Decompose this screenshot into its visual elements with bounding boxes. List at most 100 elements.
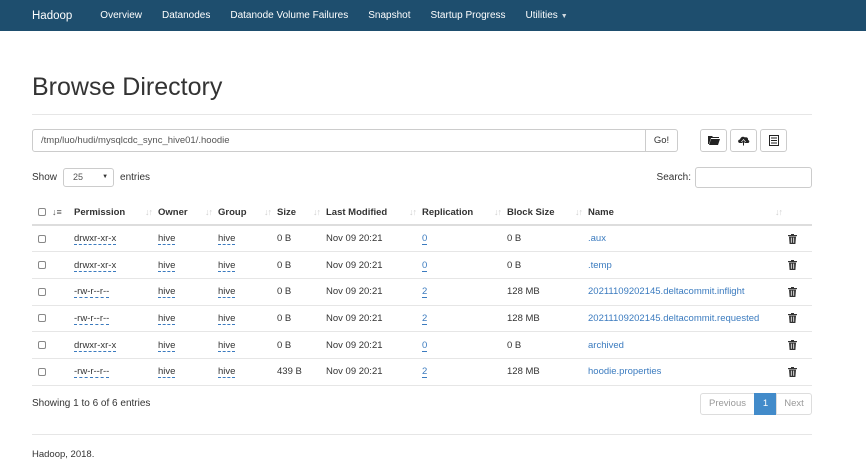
permission-cell: drwxr-xr-x — [74, 331, 158, 359]
replication-link[interactable]: 2 — [422, 366, 428, 379]
group-link[interactable]: hive — [218, 286, 236, 299]
row-checkbox[interactable] — [38, 341, 46, 350]
file-name-link[interactable]: hoodie.properties — [588, 366, 661, 377]
row-select-cell — [32, 305, 52, 333]
delete-cell[interactable] — [788, 331, 812, 359]
show-label: Show — [32, 171, 58, 183]
nav-overview[interactable]: Overview — [100, 10, 142, 21]
owner-cell: hive — [158, 278, 218, 306]
sort-icon: ↓↑ — [313, 207, 321, 217]
modified-cell: Nov 09 20:21 — [326, 278, 422, 306]
owner-link[interactable]: hive — [158, 259, 176, 272]
name-cell: hoodie.properties — [588, 358, 788, 386]
file-name-link[interactable]: archived — [588, 340, 624, 351]
select-all-checkbox[interactable] — [38, 207, 46, 216]
permission-link[interactable]: -rw-r--r-- — [74, 366, 110, 379]
directory-table: ↓≡ Permission ↓↑ Owner ↓↑ Group ↓↑ Size ↓↑ L… — [32, 200, 812, 386]
header-name[interactable]: Name ↓↑ — [588, 200, 788, 226]
permission-link[interactable]: drwxr-xr-x — [74, 339, 117, 352]
permission-cell: drwxr-xr-x — [74, 225, 158, 253]
file-name-link[interactable]: 20211109202145.deltacommit.inflight — [588, 286, 745, 297]
view-list-button[interactable] — [760, 128, 787, 152]
directory-path-input[interactable] — [32, 128, 646, 152]
size-cell: 0 B — [277, 331, 326, 359]
search-label: Search: — [656, 171, 691, 183]
trash-icon — [788, 286, 797, 297]
row-spacer-cell — [52, 225, 74, 253]
owner-link[interactable]: hive — [158, 312, 176, 325]
row-spacer-cell — [52, 331, 74, 359]
group-link[interactable]: hive — [218, 233, 236, 246]
nav-utilities-dropdown[interactable]: Utilities ▼ — [526, 10, 568, 21]
modified-cell: Nov 09 20:21 — [326, 305, 422, 333]
header-last-modified[interactable]: Last Modified ↓↑ — [326, 200, 422, 226]
table-row: -rw-r--r-- hive hive 439 B Nov 09 20:21 2 128 … — [32, 358, 812, 386]
table-row: drwxr-xr-x hive hive 0 B Nov 09 20:21 0 0 B .au… — [32, 225, 812, 253]
row-checkbox[interactable] — [38, 234, 46, 243]
modified-cell: Nov 09 20:21 — [326, 358, 422, 386]
permission-link[interactable]: -rw-r--r-- — [74, 312, 110, 325]
owner-link[interactable]: hive — [158, 366, 176, 379]
header-size[interactable]: Size ↓↑ — [277, 200, 326, 226]
select-all-header[interactable] — [32, 200, 52, 226]
header-replication[interactable]: Replication ↓↑ — [422, 200, 507, 226]
row-checkbox[interactable] — [38, 314, 46, 323]
permission-link[interactable]: drwxr-xr-x — [74, 259, 117, 272]
owner-link[interactable]: hive — [158, 233, 176, 246]
permission-link[interactable]: -rw-r--r-- — [74, 286, 110, 299]
file-name-link[interactable]: .aux — [588, 233, 606, 244]
sort-header[interactable]: ↓≡ — [52, 200, 74, 226]
header-block-size[interactable]: Block Size ↓↑ — [507, 200, 588, 226]
upload-button[interactable] — [730, 128, 757, 152]
row-checkbox[interactable] — [38, 287, 46, 296]
brand-logo[interactable]: Hadoop — [32, 10, 72, 22]
page-1-button[interactable]: 1 — [754, 392, 777, 415]
block-size-cell: 0 B — [507, 331, 588, 359]
row-checkbox[interactable] — [38, 261, 46, 270]
delete-cell[interactable] — [788, 225, 812, 253]
group-link[interactable]: hive — [218, 259, 236, 272]
nav-datanode-volume-failures[interactable]: Datanode Volume Failures — [230, 10, 348, 21]
replication-link[interactable]: 2 — [422, 286, 428, 299]
create-directory-button[interactable] — [700, 128, 727, 152]
header-group[interactable]: Group ↓↑ — [218, 200, 277, 226]
header-name-label: Name — [588, 206, 614, 218]
group-link[interactable]: hive — [218, 339, 236, 352]
delete-cell[interactable] — [788, 358, 812, 386]
entries-select[interactable]: 25 ▼ — [63, 167, 115, 187]
header-owner[interactable]: Owner ↓↑ — [158, 200, 218, 226]
file-name-link[interactable]: .temp — [588, 260, 612, 271]
next-page-button[interactable]: Next — [776, 392, 812, 415]
owner-link[interactable]: hive — [158, 286, 176, 299]
go-button[interactable]: Go! — [646, 128, 678, 152]
row-checkbox[interactable] — [38, 367, 46, 376]
search-control: Search: — [656, 166, 812, 188]
row-select-cell — [32, 225, 52, 253]
block-size-cell: 128 MB — [507, 278, 588, 306]
delete-cell[interactable] — [788, 278, 812, 306]
delete-cell[interactable] — [788, 251, 812, 279]
group-link[interactable]: hive — [218, 366, 236, 379]
delete-cell[interactable] — [788, 305, 812, 333]
replication-link[interactable]: 0 — [422, 259, 428, 272]
size-cell: 0 B — [277, 305, 326, 333]
header-permission[interactable]: Permission ↓↑ — [74, 200, 158, 226]
nav-utilities-label: Utilities — [525, 10, 558, 21]
nav-datanodes[interactable]: Datanodes — [162, 10, 210, 21]
nav-snapshot[interactable]: Snapshot — [368, 10, 410, 21]
file-name-link[interactable]: 20211109202145.deltacommit.requested — [588, 313, 759, 324]
owner-link[interactable]: hive — [158, 339, 176, 352]
permission-cell: -rw-r--r-- — [74, 305, 158, 333]
trash-icon — [788, 260, 797, 271]
group-link[interactable]: hive — [218, 312, 236, 325]
permission-link[interactable]: drwxr-xr-x — [74, 233, 117, 246]
owner-cell: hive — [158, 251, 218, 279]
previous-page-button[interactable]: Previous — [700, 392, 755, 415]
header-permission-label: Permission — [74, 206, 126, 218]
search-input[interactable] — [695, 166, 812, 188]
nav-startup-progress[interactable]: Startup Progress — [430, 10, 505, 21]
replication-link[interactable]: 0 — [422, 339, 428, 352]
replication-link[interactable]: 2 — [422, 312, 428, 325]
entries-info: Showing 1 to 6 of 6 entries — [32, 398, 151, 410]
replication-link[interactable]: 0 — [422, 233, 428, 246]
